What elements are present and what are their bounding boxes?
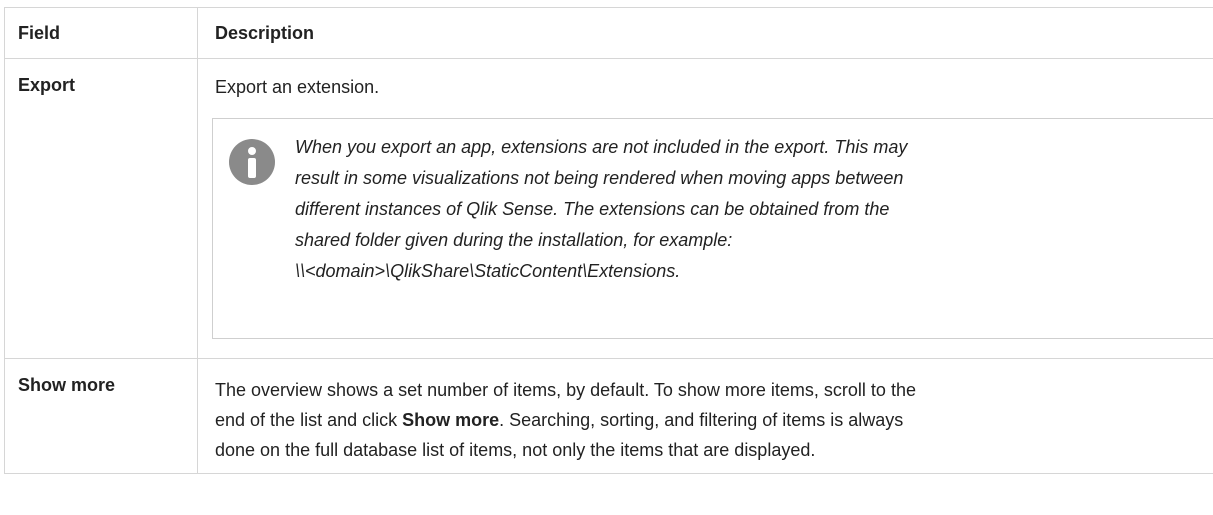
description-text: The overview shows a set number of items…: [215, 375, 1199, 465]
column-header-field: Field: [4, 7, 198, 59]
table-row: Export Export an extension. When you exp…: [4, 58, 1213, 359]
description-fragment: . Searching, sorting, and filtering of i…: [499, 410, 904, 430]
description-line: done on the full database list of items,…: [215, 440, 816, 460]
description-text: Export an extension.: [215, 77, 380, 97]
description-cell-show-more: The overview shows a set number of items…: [197, 358, 1213, 474]
description-line: The overview shows a set number of items…: [215, 380, 916, 400]
info-icon: [229, 139, 275, 185]
note-text: When you export an app, extensions are n…: [295, 132, 908, 287]
info-note: When you export an app, extensions are n…: [212, 118, 1213, 339]
table-header-row: Field Description: [4, 7, 1213, 59]
description-cell-export: Export an extension. When you export an …: [197, 58, 1213, 359]
description-line: end of the list and click Show more. Sea…: [215, 405, 1199, 435]
note-line: shared folder given during the installat…: [295, 230, 733, 250]
field-name-export: Export: [4, 58, 198, 359]
note-line: When you export an app, extensions are n…: [295, 137, 908, 157]
show-more-term: Show more: [402, 410, 500, 430]
field-name-show-more: Show more: [4, 358, 198, 474]
description-fragment: end of the list and click: [215, 410, 403, 430]
fields-table: Field Description Export Export an exten…: [4, 7, 1213, 474]
table-row: Show more The overview shows a set numbe…: [4, 358, 1213, 474]
column-header-description: Description: [197, 7, 1213, 59]
note-line: result in some visualizations not being …: [295, 168, 904, 188]
note-line: \\<domain>\QlikShare\StaticContent\Exten…: [295, 261, 681, 281]
note-line: different instances of Qlik Sense. The e…: [295, 199, 890, 219]
